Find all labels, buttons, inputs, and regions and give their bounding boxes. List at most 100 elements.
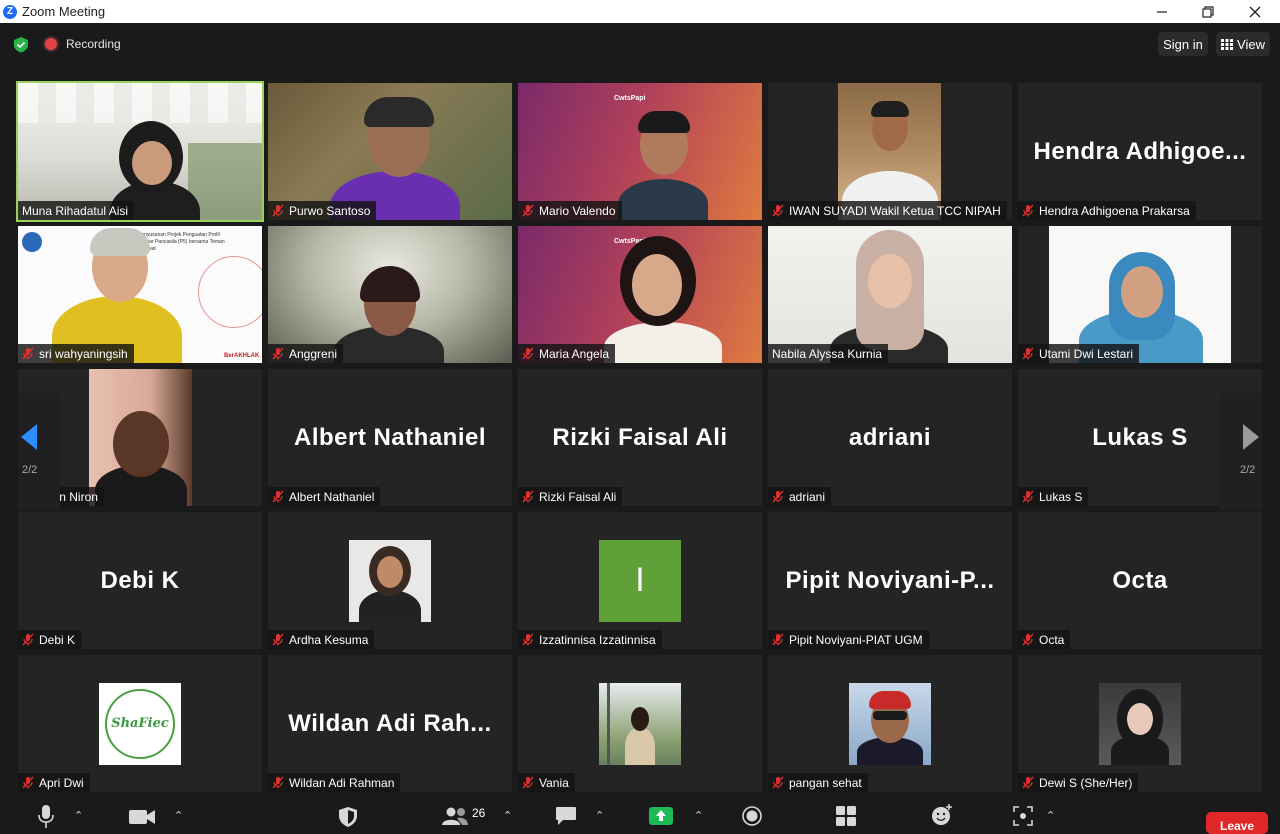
share-screen-button[interactable] <box>649 807 673 825</box>
participant-name-bar: Utami Dwi Lestari <box>1018 344 1140 363</box>
participant-name-bar: adriani <box>768 487 832 506</box>
security-button[interactable] <box>338 806 358 828</box>
apps-grid-icon <box>836 806 856 826</box>
video-tile[interactable]: Hendra Adhigoe... Hendra Adhigoena Praka… <box>1018 83 1262 220</box>
muted-mic-icon <box>772 776 784 789</box>
participant-name-bar: Muna Rihadatul Aisi <box>18 201 135 220</box>
video-tile[interactable]: Dewi S (She/Her) <box>1018 655 1262 792</box>
video-tile[interactable]: CwtsPapi Maria Angela <box>518 226 762 363</box>
video-tile[interactable]: adriani adriani <box>768 369 1012 506</box>
muted-mic-icon <box>1022 633 1034 646</box>
leave-button[interactable]: Leave <box>1206 812 1268 834</box>
participant-name: Apri Dwi <box>39 775 84 790</box>
record-button[interactable] <box>742 806 762 826</box>
previous-page-button[interactable]: 2/2 <box>18 393 60 511</box>
video-tile[interactable]: ShaFiec Apri Dwi <box>18 655 262 792</box>
apps-button[interactable] <box>836 806 856 826</box>
participant-name: Maria Angela <box>539 346 610 361</box>
page-indicator-right: 2/2 <box>1240 464 1256 476</box>
share-screen-icon <box>649 807 673 825</box>
recording-label: Recording <box>66 37 121 51</box>
video-tile[interactable]: Vania <box>518 655 762 792</box>
video-tile[interactable]: IWAN SUYADI Wakil Ketua TCC NIPAH <box>768 83 1012 220</box>
restore-button[interactable] <box>1185 0 1231 23</box>
mute-button[interactable] <box>38 804 54 828</box>
video-tile[interactable]: CwtsPapi Mario Valendo <box>518 83 762 220</box>
participant-name-bar: Ardha Kesuma <box>268 630 375 649</box>
video-button[interactable] <box>128 808 156 826</box>
participant-name-bar: Vania <box>518 773 575 792</box>
profile-picture <box>349 539 431 622</box>
audio-options-caret[interactable]: ⌃ <box>74 809 83 822</box>
participants-icon <box>442 807 468 825</box>
video-tile[interactable]: pangan sehat <box>768 655 1012 792</box>
participant-name-bar: Purwo Santoso <box>268 201 377 220</box>
restore-icon <box>1202 5 1214 18</box>
participant-big-name: Debi K <box>100 566 180 594</box>
share-options-caret[interactable]: ⌃ <box>694 809 703 822</box>
muted-mic-icon <box>522 633 534 646</box>
video-tile[interactable]: Purwo Santoso <box>268 83 512 220</box>
more-options-caret[interactable]: ⌃ <box>1046 809 1055 822</box>
participant-name-bar: Izzatinnisa Izzatinnisa <box>518 630 662 649</box>
muted-mic-icon <box>522 347 534 360</box>
participant-big-name: Hendra Adhigoe... <box>1033 137 1247 165</box>
profile-picture <box>849 682 931 765</box>
more-options-button[interactable] <box>1013 806 1033 826</box>
video-tile[interactable]: Utami Dwi Lestari <box>1018 226 1262 363</box>
participant-name-bar: Pipit Noviyani-PIAT UGM <box>768 630 929 649</box>
video-tile[interactable]: Wildan Adi Rah... Wildan Adi Rahman <box>268 655 512 792</box>
participant-name-bar: Apri Dwi <box>18 773 90 792</box>
video-tile[interactable]: Octa Octa <box>1018 512 1262 649</box>
grid-icon <box>1221 38 1234 50</box>
chat-button[interactable] <box>555 806 577 826</box>
video-options-caret[interactable]: ⌃ <box>174 809 183 822</box>
muted-mic-icon <box>22 776 34 789</box>
muted-mic-icon <box>772 490 784 503</box>
participants-options-caret[interactable]: ⌃ <box>503 809 512 822</box>
participant-name-bar: sri wahyaningsih <box>18 344 134 363</box>
reactions-button[interactable] <box>931 804 953 826</box>
title-bar: Z Zoom Meeting <box>0 0 1280 23</box>
participant-name-bar: Lukas S <box>1018 487 1089 506</box>
participant-name: Octa <box>1039 632 1065 647</box>
video-tile[interactable]: I Izzatinnisa Izzatinnisa <box>518 512 762 649</box>
participant-name-bar: Anggreni <box>268 344 344 363</box>
video-tile[interactable]: Rizki Faisal Ali Rizki Faisal Ali <box>518 369 762 506</box>
participants-button[interactable]: 26 <box>442 806 485 825</box>
participant-name: adriani <box>789 489 826 504</box>
microphone-icon <box>38 805 54 828</box>
video-tile[interactable]: Albert Nathaniel Albert Nathaniel <box>268 369 512 506</box>
cwts-logo: CwtsPapi <box>614 95 646 102</box>
participant-name: Dewi S (She/Her) <box>1039 775 1133 790</box>
next-page-button[interactable]: 2/2 <box>1220 393 1262 511</box>
chat-options-caret[interactable]: ⌃ <box>595 809 604 822</box>
participant-name-bar: Wildan Adi Rahman <box>268 773 401 792</box>
video-tile[interactable]: Muna Rihadatul Aisi <box>16 81 264 222</box>
participant-name: Debi K <box>39 632 76 647</box>
participant-name: Albert Nathaniel <box>289 489 375 504</box>
focus-frame-icon <box>1013 806 1033 826</box>
close-button[interactable] <box>1232 0 1278 23</box>
zoom-logo-icon: Z <box>3 4 17 19</box>
profile-picture <box>599 682 681 765</box>
participant-name-bar: Dewi S (She/Her) <box>1018 773 1139 792</box>
video-tile[interactable]: Nabila Alyssa Kurnia <box>768 226 1012 363</box>
muted-mic-icon <box>522 776 534 789</box>
video-tile[interactable]: Debi K Debi K <box>18 512 262 649</box>
muted-mic-icon <box>522 490 534 503</box>
encryption-shield-icon[interactable] <box>13 36 29 58</box>
participant-name: Ardha Kesuma <box>289 632 369 647</box>
video-tile[interactable]: Anggreni <box>268 226 512 363</box>
video-tile[interactable]: Pipit Noviyani-P... Pipit Noviyani-PIAT … <box>768 512 1012 649</box>
meeting-top-bar: Recording Sign in View <box>0 23 1280 65</box>
recording-indicator[interactable]: Recording <box>45 37 121 51</box>
view-button[interactable]: View <box>1216 32 1270 56</box>
participant-name: Pipit Noviyani-PIAT UGM <box>789 632 923 647</box>
meeting-toolbar: ⌃ ⌃ 26 ⌃ ⌃ ⌃ ⌃ <box>0 800 1280 830</box>
video-tile[interactable]: Penyusunan Projek Penguatan Profil Pelaj… <box>18 226 262 363</box>
sign-in-button[interactable]: Sign in <box>1158 32 1208 56</box>
participant-big-name: Pipit Noviyani-P... <box>785 566 995 594</box>
minimize-button[interactable] <box>1139 0 1185 23</box>
video-tile[interactable]: Ardha Kesuma <box>268 512 512 649</box>
